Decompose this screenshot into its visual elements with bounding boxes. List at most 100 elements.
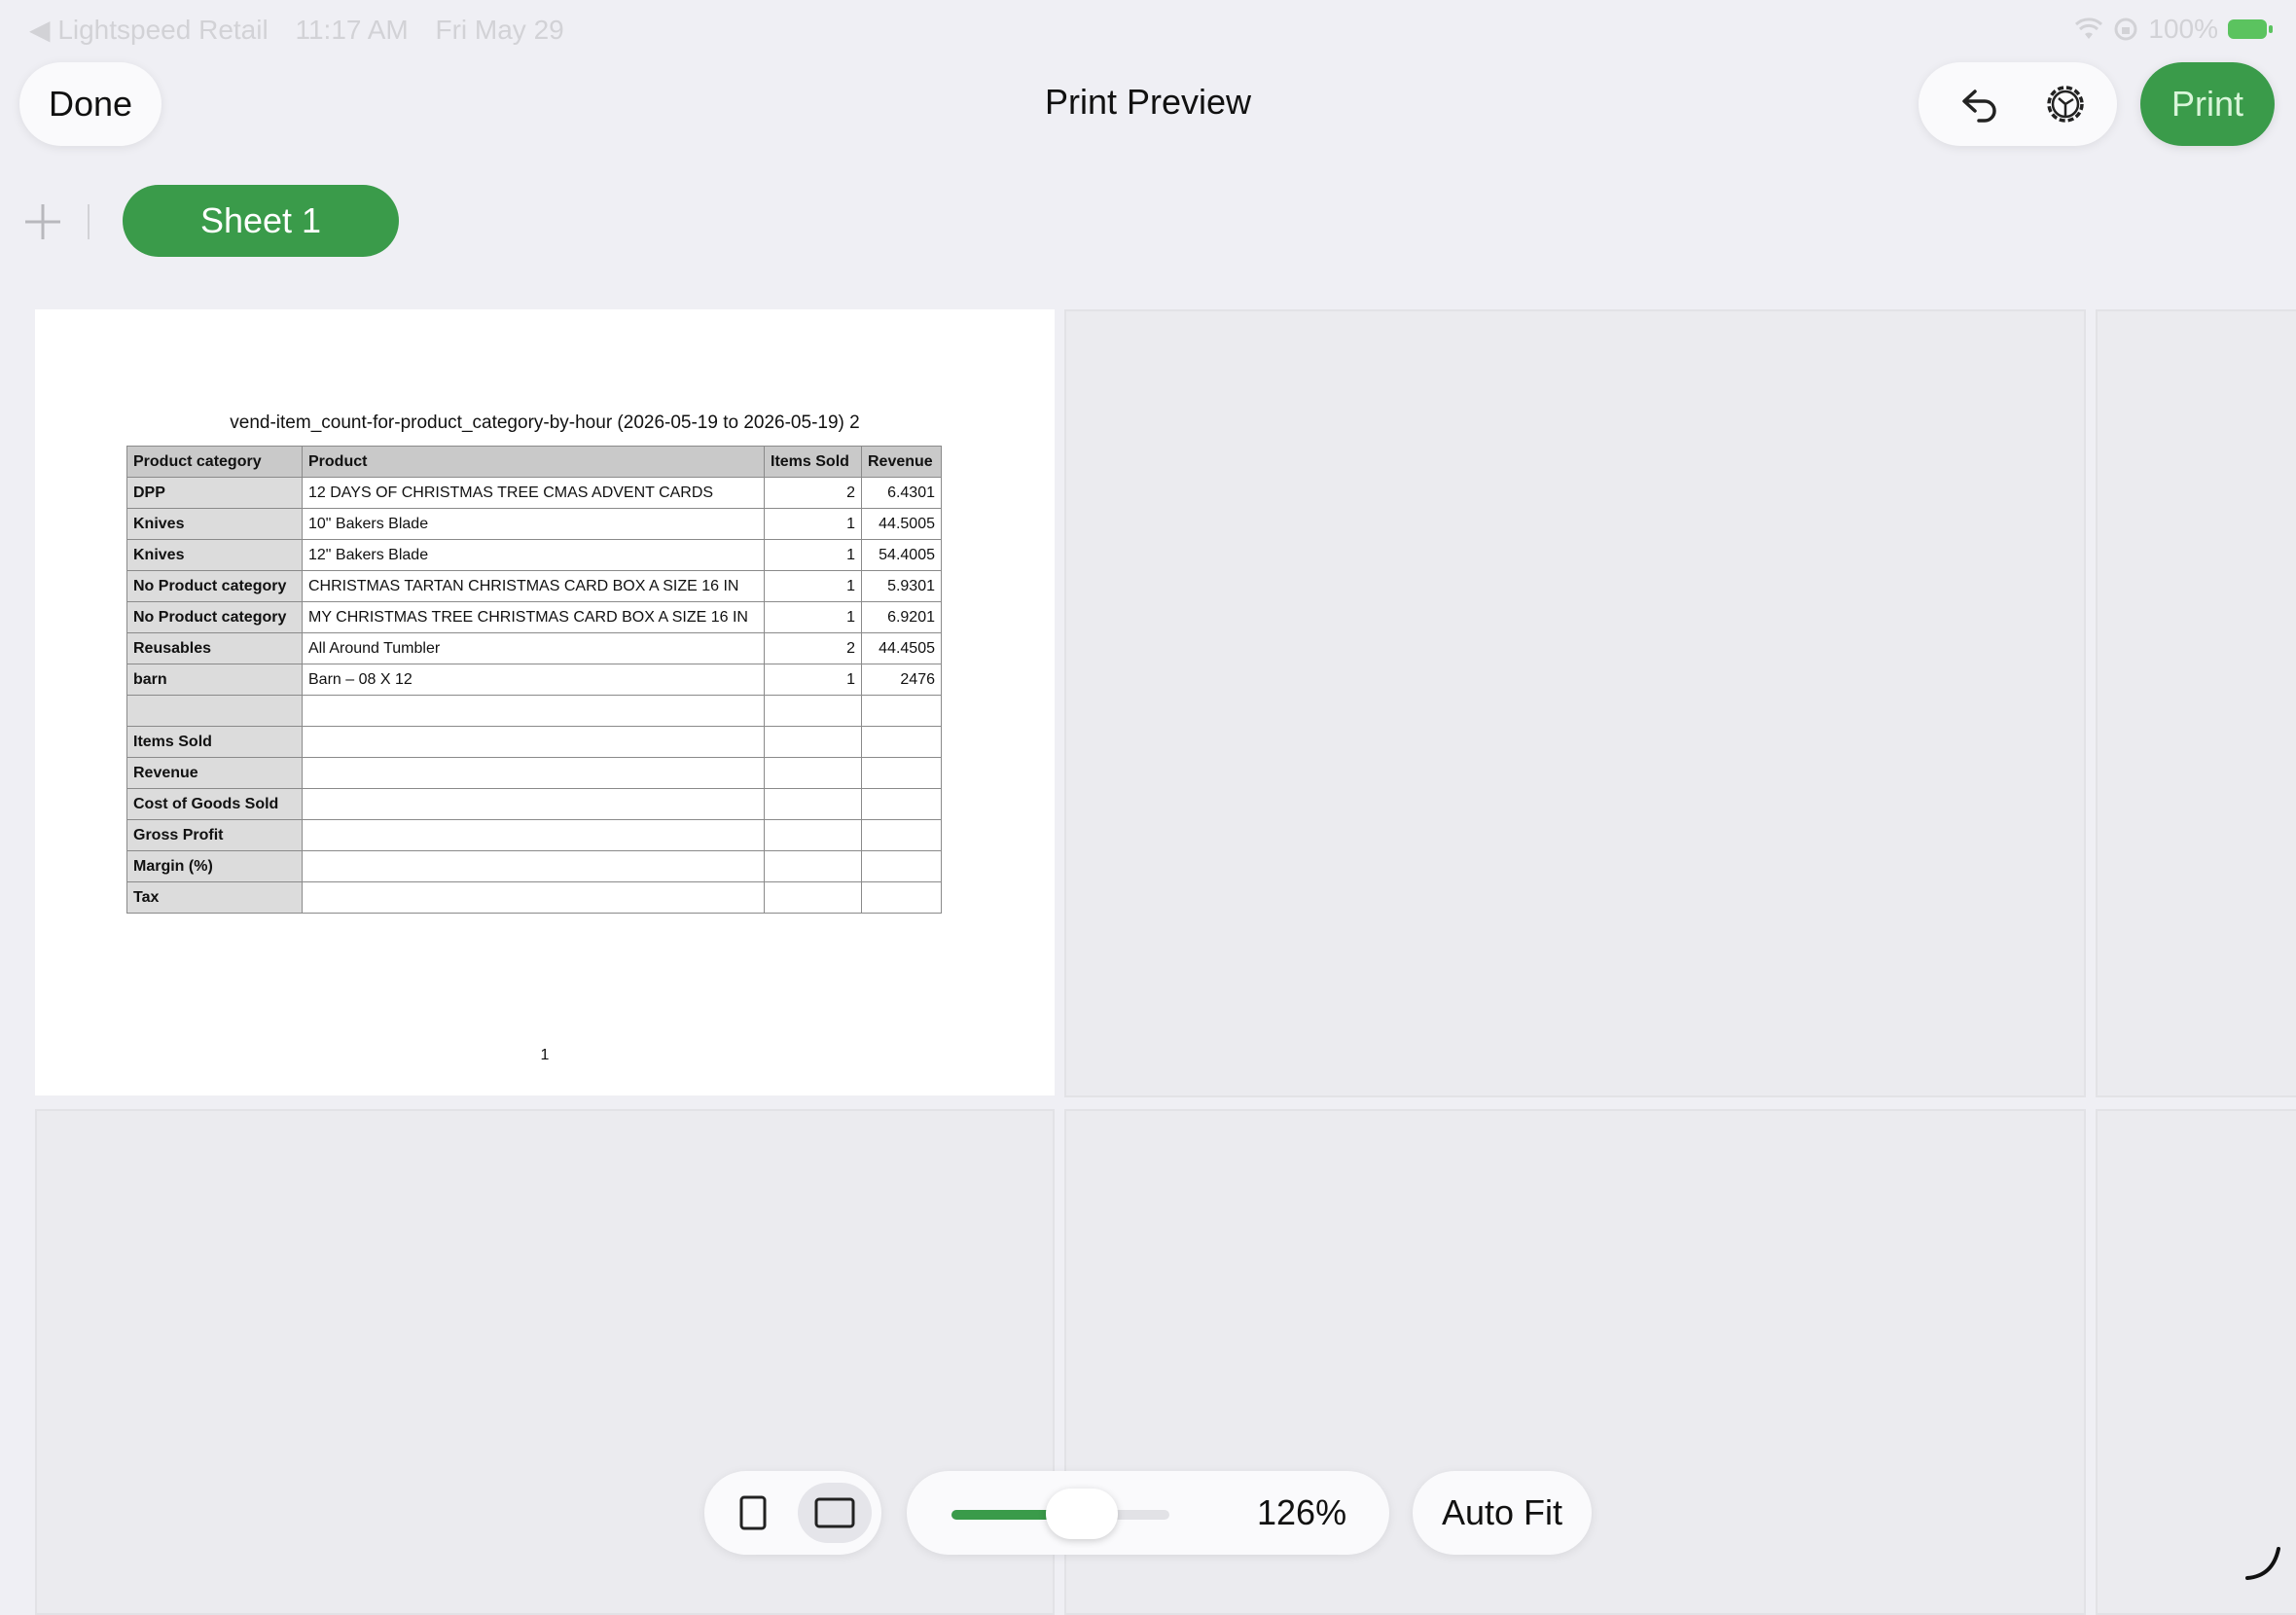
table-cell (764, 757, 862, 789)
table-cell: Cost of Goods Sold (126, 788, 303, 820)
gear-icon[interactable] (2041, 80, 2090, 128)
table-row: Tax (126, 881, 942, 914)
table-cell (302, 850, 765, 882)
table-row: No Product category CHRISTMAS TARTAN CHRI… (126, 570, 942, 602)
zoom-control: 126% (907, 1471, 1389, 1555)
table-cell (861, 788, 942, 820)
table-cell: Tax (126, 881, 303, 914)
table-cell: 12" Bakers Blade (302, 539, 765, 571)
print-page-3 (2096, 309, 2296, 1097)
table-cell: Revenue (126, 757, 303, 789)
table-row: No Product category MY CHRISTMAS TREE CHR… (126, 601, 942, 633)
table-cell (861, 695, 942, 727)
table-row: DPP 12 DAYS OF CHRISTMAS TREE CMAS ADVENT… (126, 477, 942, 509)
table-header-row: Product category Product Items Sold Reve… (126, 446, 942, 478)
table-cell: 6.4301 (861, 477, 942, 509)
landscape-button[interactable] (798, 1483, 872, 1543)
table-cell: Margin (%) (126, 850, 303, 882)
table-cell: 44.5005 (861, 508, 942, 540)
resize-handle-icon[interactable] (2243, 1543, 2282, 1582)
table-cell (302, 788, 765, 820)
table-row: Cost of Goods Sold (126, 788, 942, 820)
zoom-slider-thumb[interactable] (1046, 1489, 1119, 1539)
table-cell: 2476 (861, 664, 942, 696)
table-cell (302, 881, 765, 914)
status-left: ◀ Lightspeed Retail 11:17 AM Fri May 29 (29, 14, 584, 46)
battery-percent: 100% (2148, 14, 2218, 44)
table-cell: Barn – 08 X 12 (302, 664, 765, 696)
table-row: Knives 10" Bakers Blade 1 44.5005 (126, 508, 942, 540)
table-cell: 1 (764, 601, 862, 633)
print-page-6 (2096, 1109, 2296, 1615)
table-cell: 6.9201 (861, 601, 942, 633)
table-cell: Reusables (126, 632, 303, 664)
table-cell (302, 757, 765, 789)
table-cell (764, 726, 862, 758)
print-page-4 (35, 1109, 1055, 1615)
battery-icon (2228, 19, 2273, 39)
table-cell: Knives (126, 508, 303, 540)
auto-fit-button[interactable]: Auto Fit (1413, 1471, 1592, 1555)
table-cell: 10" Bakers Blade (302, 508, 765, 540)
table-cell (302, 726, 765, 758)
table-cell: 1 (764, 539, 862, 571)
orientation-toggle (704, 1471, 881, 1555)
table-cell: 44.4505 (861, 632, 942, 664)
table-cell: 2 (764, 477, 862, 509)
table-row: Items Sold (126, 726, 942, 758)
table-cell: No Product category (126, 570, 303, 602)
table-cell: CHRISTMAS TARTAN CHRISTMAS CARD BOX A SI… (302, 570, 765, 602)
report-table: Product category Product Items Sold Reve… (126, 446, 942, 914)
table-cell: 12 DAYS OF CHRISTMAS TREE CMAS ADVENT CA… (302, 477, 765, 509)
status-date: Fri May 29 (435, 15, 564, 45)
toolbar-group (1919, 62, 2117, 146)
add-sheet-icon[interactable] (23, 202, 62, 241)
table-cell (861, 881, 942, 914)
orientation-lock-icon (2114, 18, 2137, 41)
table-cell (861, 726, 942, 758)
table-cell (861, 819, 942, 851)
undo-icon[interactable] (1955, 80, 2004, 128)
landscape-icon (814, 1497, 855, 1528)
table-cell (764, 881, 862, 914)
column-header: Items Sold (764, 446, 862, 478)
table-cell: No Product category (126, 601, 303, 633)
table-cell: All Around Tumbler (302, 632, 765, 664)
table-cell: Knives (126, 539, 303, 571)
sheet-title: vend-item_count-for-product_category-by-… (230, 413, 860, 433)
table-cell: 2 (764, 632, 862, 664)
table-row: Revenue (126, 757, 942, 789)
zoom-value: 126% (1257, 1492, 1347, 1532)
table-cell: barn (126, 664, 303, 696)
table-row: barn Barn – 08 X 12 1 2476 (126, 664, 942, 696)
column-header: Product (302, 446, 765, 478)
table-row: Gross Profit (126, 819, 942, 851)
status-bar: ◀ Lightspeed Retail 11:17 AM Fri May 29 … (0, 0, 2296, 60)
page-number: 1 (540, 1047, 550, 1063)
table-row: Reusables All Around Tumbler 2 44.4505 (126, 632, 942, 664)
table-cell: 1 (764, 664, 862, 696)
portrait-button[interactable] (720, 1485, 786, 1541)
column-header: Product category (126, 446, 303, 478)
table-cell (861, 850, 942, 882)
table-cell (764, 850, 862, 882)
print-page-2 (1064, 309, 2086, 1097)
table-cell: MY CHRISTMAS TREE CHRISTMAS CARD BOX A S… (302, 601, 765, 633)
table-cell (302, 819, 765, 851)
table-row: Margin (%) (126, 850, 942, 882)
status-right: 100% (2074, 14, 2273, 45)
back-to-app-link[interactable]: ◀ Lightspeed Retail (29, 15, 269, 45)
print-button[interactable]: Print (2140, 62, 2275, 146)
print-page-1: vend-item_count-for-product_category-by-… (35, 309, 1055, 1095)
tab-divider (88, 204, 90, 239)
table-cell: 5.9301 (861, 570, 942, 602)
table-cell: DPP (126, 477, 303, 509)
table-cell (861, 757, 942, 789)
tab-sheet-1[interactable]: Sheet 1 (123, 185, 399, 257)
table-cell: Items Sold (126, 726, 303, 758)
table-cell (302, 695, 765, 727)
table-row (126, 695, 942, 727)
column-header: Revenue (861, 446, 942, 478)
zoom-slider[interactable] (951, 1489, 1169, 1539)
table-row: Knives 12" Bakers Blade 1 54.4005 (126, 539, 942, 571)
